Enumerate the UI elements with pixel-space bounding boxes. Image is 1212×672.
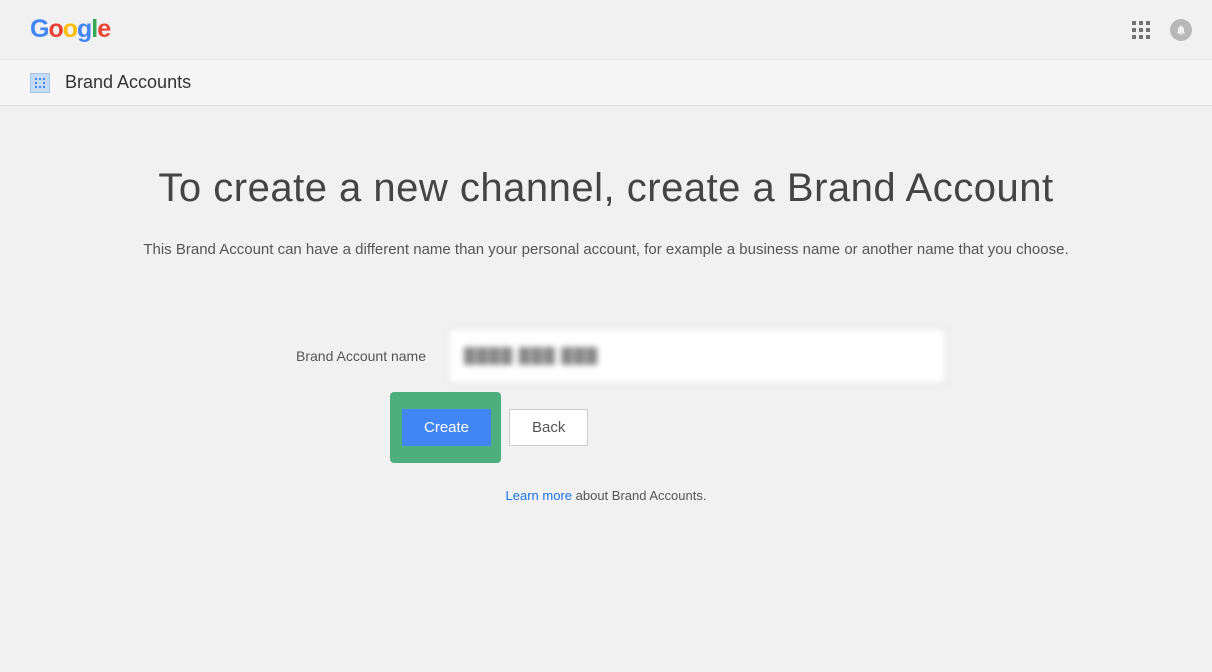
google-logo[interactable]: Google xyxy=(30,15,110,44)
main-content: To create a new channel, create a Brand … xyxy=(0,106,1212,503)
page-subtext: This Brand Account can have a different … xyxy=(0,241,1212,258)
header-right xyxy=(1132,19,1192,41)
create-button[interactable]: Create xyxy=(402,409,491,446)
learn-more-suffix: about Brand Accounts. xyxy=(572,488,706,503)
back-button[interactable]: Back xyxy=(509,409,588,446)
apps-grid-icon[interactable] xyxy=(1132,21,1150,39)
learn-more-row: Learn more about Brand Accounts. xyxy=(0,488,1212,503)
logo-letter: e xyxy=(97,15,110,44)
learn-more-link[interactable]: Learn more xyxy=(506,488,572,503)
brand-accounts-icon xyxy=(30,73,50,93)
notifications-icon[interactable] xyxy=(1170,19,1192,41)
logo-letter: g xyxy=(77,15,91,44)
sub-header-title: Brand Accounts xyxy=(65,72,191,93)
logo-letter: o xyxy=(48,15,62,44)
page-heading: To create a new channel, create a Brand … xyxy=(0,166,1212,211)
create-button-highlight: Create xyxy=(390,392,501,463)
button-row: Create Back xyxy=(390,392,1212,463)
top-header: Google xyxy=(0,0,1212,60)
sub-header: Brand Accounts xyxy=(0,60,1212,106)
brand-name-label: Brand Account name xyxy=(266,348,426,364)
logo-letter: o xyxy=(63,15,77,44)
brand-name-input[interactable] xyxy=(448,328,946,384)
form-row: Brand Account name xyxy=(0,328,1212,384)
logo-letter: G xyxy=(30,15,48,44)
